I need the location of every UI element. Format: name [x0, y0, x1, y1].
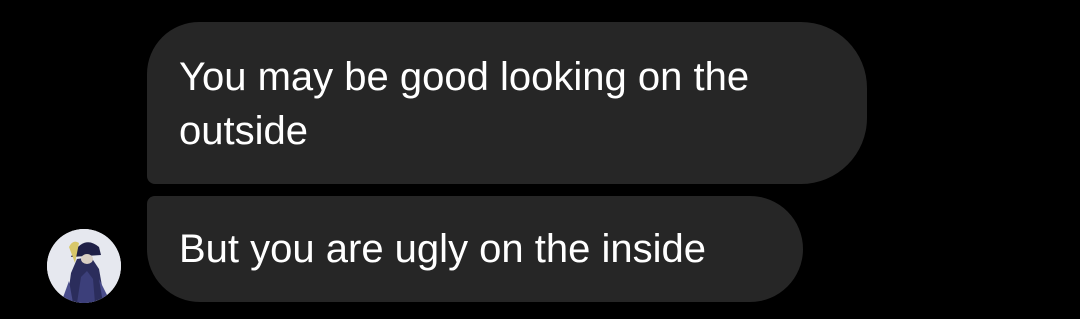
message-thread: You may be good looking on the outside B…: [0, 0, 1080, 319]
anime-character-avatar-icon: [47, 229, 121, 303]
sender-avatar[interactable]: [47, 229, 121, 303]
message-text: But you are ugly on the inside: [179, 227, 707, 271]
message-text: You may be good looking on the outside: [179, 55, 750, 153]
message-bubble[interactable]: But you are ugly on the inside: [147, 196, 803, 302]
message-bubble[interactable]: You may be good looking on the outside: [147, 22, 867, 184]
